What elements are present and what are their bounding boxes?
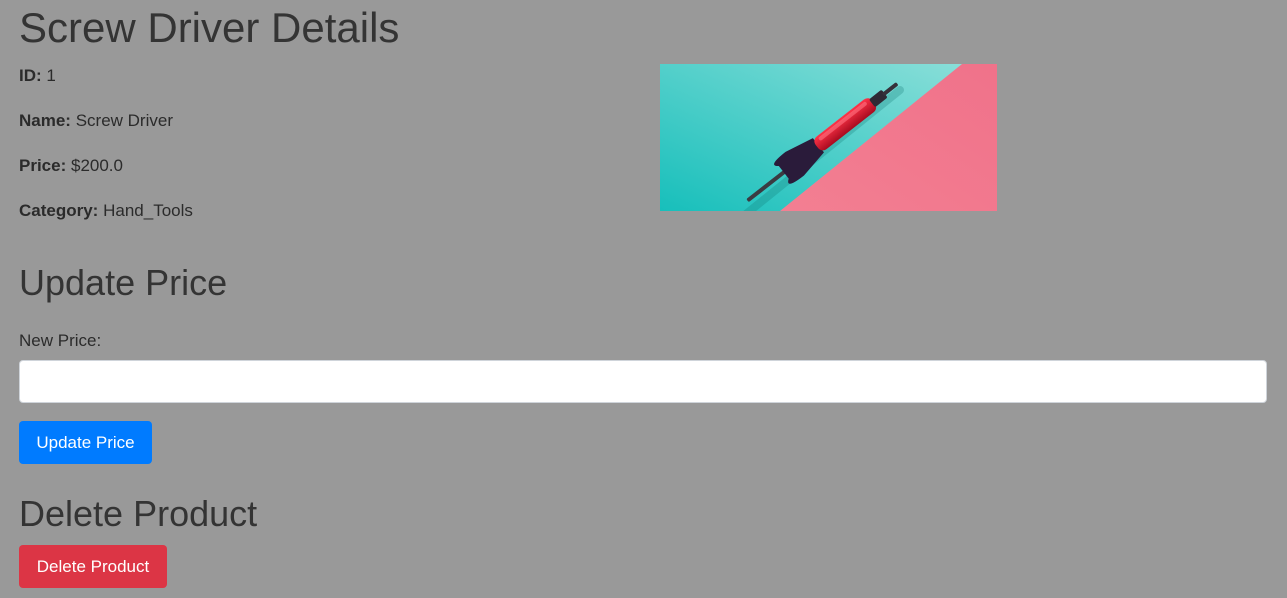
delete-product-button[interactable]: Delete Product <box>19 545 167 588</box>
new-price-input[interactable] <box>19 360 1267 403</box>
page-title: Screw Driver Details <box>19 4 400 51</box>
update-price-button[interactable]: Update Price <box>19 421 152 464</box>
product-id-label: ID: <box>19 66 42 85</box>
product-id-row: ID: 1 <box>19 65 56 87</box>
product-category-label: Category: <box>19 201 99 220</box>
product-name-row: Name: Screw Driver <box>19 110 173 132</box>
product-name-label: Name: <box>19 111 71 130</box>
new-price-label: New Price: <box>19 331 102 350</box>
product-price-row: Price: $200.0 <box>19 155 123 177</box>
screwdriver-photo-icon <box>660 64 997 211</box>
product-price-value: $200.0 <box>70 156 123 175</box>
product-image <box>660 64 997 211</box>
product-id-value: 1 <box>46 66 56 85</box>
product-category-row: Category: Hand_Tools <box>19 200 193 222</box>
delete-product-heading: Delete Product <box>19 493 258 534</box>
update-price-heading: Update Price <box>19 262 228 303</box>
product-price-label: Price: <box>19 156 67 175</box>
product-category-value: Hand_Tools <box>103 201 193 220</box>
product-name-value: Screw Driver <box>75 111 173 130</box>
